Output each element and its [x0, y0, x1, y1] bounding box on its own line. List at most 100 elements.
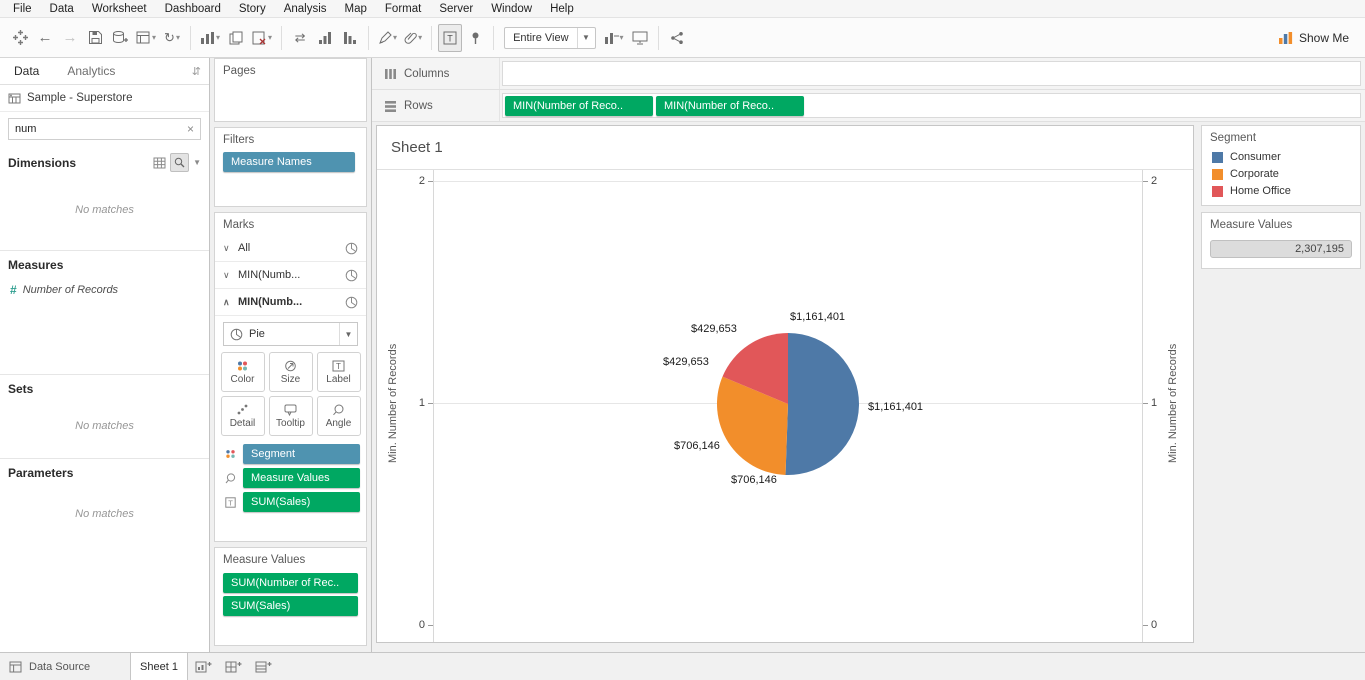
rows-label: Rows [404, 99, 433, 112]
menu-file[interactable]: File [4, 2, 41, 16]
new-worksheet-tab-icon[interactable] [188, 653, 218, 680]
pages-shelf[interactable]: Pages [214, 58, 367, 122]
menu-analysis[interactable]: Analysis [275, 2, 336, 16]
show-me-icon [1278, 31, 1293, 44]
refresh-icon[interactable]: ↻ ▾ [160, 24, 184, 52]
redo-icon[interactable]: → [58, 24, 82, 52]
pill-segment[interactable]: Segment [243, 444, 360, 464]
swap-axes-icon[interactable]: ⇄ [288, 24, 312, 52]
layer-label: MIN(Numb... [238, 269, 301, 281]
add-data-source-icon[interactable] [108, 24, 132, 52]
duplicate-sheet-icon[interactable] [224, 24, 248, 52]
menu-story[interactable]: Story [230, 2, 275, 16]
tooltip-button[interactable]: Tooltip [268, 396, 313, 436]
rows-shelf-box[interactable]: MIN(Number of Reco.. MIN(Number of Reco.… [502, 93, 1361, 118]
worksheet-view[interactable]: Sheet 1 Min. Number of Records 2 1 0 $1,… [376, 125, 1194, 643]
color-button[interactable]: Color [220, 352, 265, 392]
rows-shelf[interactable]: Rows MIN(Number of Reco.. MIN(Number of … [372, 90, 1365, 122]
right-axis[interactable]: Min. Number of Records 2 1 0 [1143, 170, 1193, 642]
tableau-logo-icon[interactable] [8, 24, 32, 52]
share-icon[interactable] [665, 24, 689, 52]
new-story-tab-icon[interactable] [248, 653, 278, 680]
menu-server[interactable]: Server [430, 2, 482, 16]
group-members-icon[interactable]: ▾ [401, 24, 425, 52]
fit-selector[interactable]: Entire View ▼ [504, 26, 596, 49]
menu-dashboard[interactable]: Dashboard [156, 2, 230, 16]
pill-measure-values[interactable]: Measure Values [243, 468, 360, 488]
chevron-up-icon[interactable]: ∧ [223, 297, 233, 308]
pie-slice-consumer[interactable] [785, 333, 859, 475]
pill-min-number-of-records-2[interactable]: MIN(Number of Reco.. [656, 95, 804, 116]
chevron-down-icon[interactable]: ▼ [339, 323, 357, 345]
measure-values-range[interactable]: 2,307,195 [1210, 240, 1352, 258]
segment-legend[interactable]: Segment Consumer Corporate Home Office [1201, 125, 1361, 206]
angle-button[interactable]: Angle [316, 396, 361, 436]
highlight-icon[interactable]: ▾ [375, 24, 400, 52]
menu-data[interactable]: Data [41, 2, 83, 16]
new-worksheet-icon[interactable]: ▾ [133, 24, 159, 52]
left-axis[interactable]: Min. Number of Records 2 1 0 [377, 170, 433, 642]
tab-analytics[interactable]: Analytics [53, 58, 129, 84]
menu-help[interactable]: Help [541, 2, 583, 16]
view-data-icon[interactable]: ▾ [197, 24, 223, 52]
field-search-box[interactable]: × [8, 118, 201, 140]
show-labels-icon[interactable]: ▾ [601, 24, 627, 52]
sort-ascending-icon[interactable] [313, 24, 337, 52]
chevron-down-icon[interactable]: ∨ [223, 243, 233, 254]
legend-item-home-office[interactable]: Home Office [1202, 183, 1360, 205]
find-field-button[interactable] [170, 153, 190, 172]
legend-item-consumer[interactable]: Consumer [1202, 149, 1360, 166]
measure-values-shelf[interactable]: Measure Values SUM(Number of Rec.. SUM(S… [214, 547, 367, 646]
save-icon[interactable] [83, 24, 107, 52]
view-as-table-icon[interactable] [153, 157, 166, 169]
measure-values-legend[interactable]: Measure Values 2,307,195 [1201, 212, 1361, 269]
pane-pin-icon[interactable]: ⇵ [192, 65, 209, 78]
undo-icon[interactable]: ← [33, 24, 57, 52]
detail-button[interactable]: Detail [220, 396, 265, 436]
chevron-down-icon[interactable]: ∨ [223, 270, 233, 281]
clear-search-icon[interactable]: × [183, 122, 194, 136]
data-source-connection[interactable]: Sample - Superstore [0, 85, 209, 112]
pie-label: $1,161,401 [790, 311, 846, 323]
filters-shelf[interactable]: Filters Measure Names [214, 127, 367, 207]
menu-format[interactable]: Format [376, 2, 430, 16]
sheet1-tab[interactable]: Sheet 1 [130, 653, 188, 680]
columns-shelf-box[interactable] [502, 61, 1361, 86]
pie-chart[interactable] [716, 332, 860, 476]
marks-layer-all[interactable]: ∨ All [215, 235, 366, 262]
pill-sum-sales[interactable]: SUM(Sales) [223, 596, 358, 616]
menu-worksheet[interactable]: Worksheet [83, 2, 156, 16]
columns-shelf[interactable]: Columns [372, 58, 1365, 90]
menu-window[interactable]: Window [482, 2, 541, 16]
show-mark-labels-button[interactable]: T [438, 23, 463, 52]
clear-sheet-icon[interactable]: ▾ [249, 24, 275, 52]
field-search-input[interactable] [15, 123, 183, 135]
pill-measure-names[interactable]: Measure Names [223, 152, 355, 172]
chevron-down-icon[interactable]: ▼ [193, 158, 201, 167]
data-source-tab[interactable]: Data Source [0, 653, 130, 680]
fit-selector-value: Entire View [513, 31, 569, 44]
plot-area[interactable]: $1,161,401 $1,161,401 $429,653 $429,653 … [433, 170, 1143, 642]
show-me-button[interactable]: Show Me [1278, 31, 1357, 45]
sort-descending-icon[interactable] [338, 24, 362, 52]
data-source-name: Sample - Superstore [27, 92, 133, 104]
mark-type-dropdown[interactable]: Pie ▼ [223, 322, 358, 346]
marks-layer-min2[interactable]: ∧ MIN(Numb... [215, 289, 366, 316]
chevron-down-icon[interactable]: ▼ [576, 27, 595, 48]
fix-axes-icon[interactable] [463, 24, 487, 52]
new-dashboard-tab-icon[interactable] [218, 653, 248, 680]
pill-sum-number-of-records[interactable]: SUM(Number of Rec.. [223, 573, 358, 593]
pill-sum-sales[interactable]: SUM(Sales) [243, 492, 360, 512]
field-number-of-records[interactable]: # Number of Records [0, 278, 209, 302]
marks-layer-min1[interactable]: ∨ MIN(Numb... [215, 262, 366, 289]
svg-text:T: T [447, 33, 453, 43]
size-button[interactable]: Size [268, 352, 313, 392]
menu-map[interactable]: Map [336, 2, 376, 16]
presentation-mode-icon[interactable] [628, 24, 652, 52]
tab-data[interactable]: Data [0, 58, 53, 84]
toolbar-divider [431, 25, 433, 50]
label-button[interactable]: T Label [316, 352, 361, 392]
legend-item-corporate[interactable]: Corporate [1202, 166, 1360, 183]
measures-title: Measures [8, 258, 64, 272]
pill-min-number-of-records-1[interactable]: MIN(Number of Reco.. [505, 95, 653, 116]
